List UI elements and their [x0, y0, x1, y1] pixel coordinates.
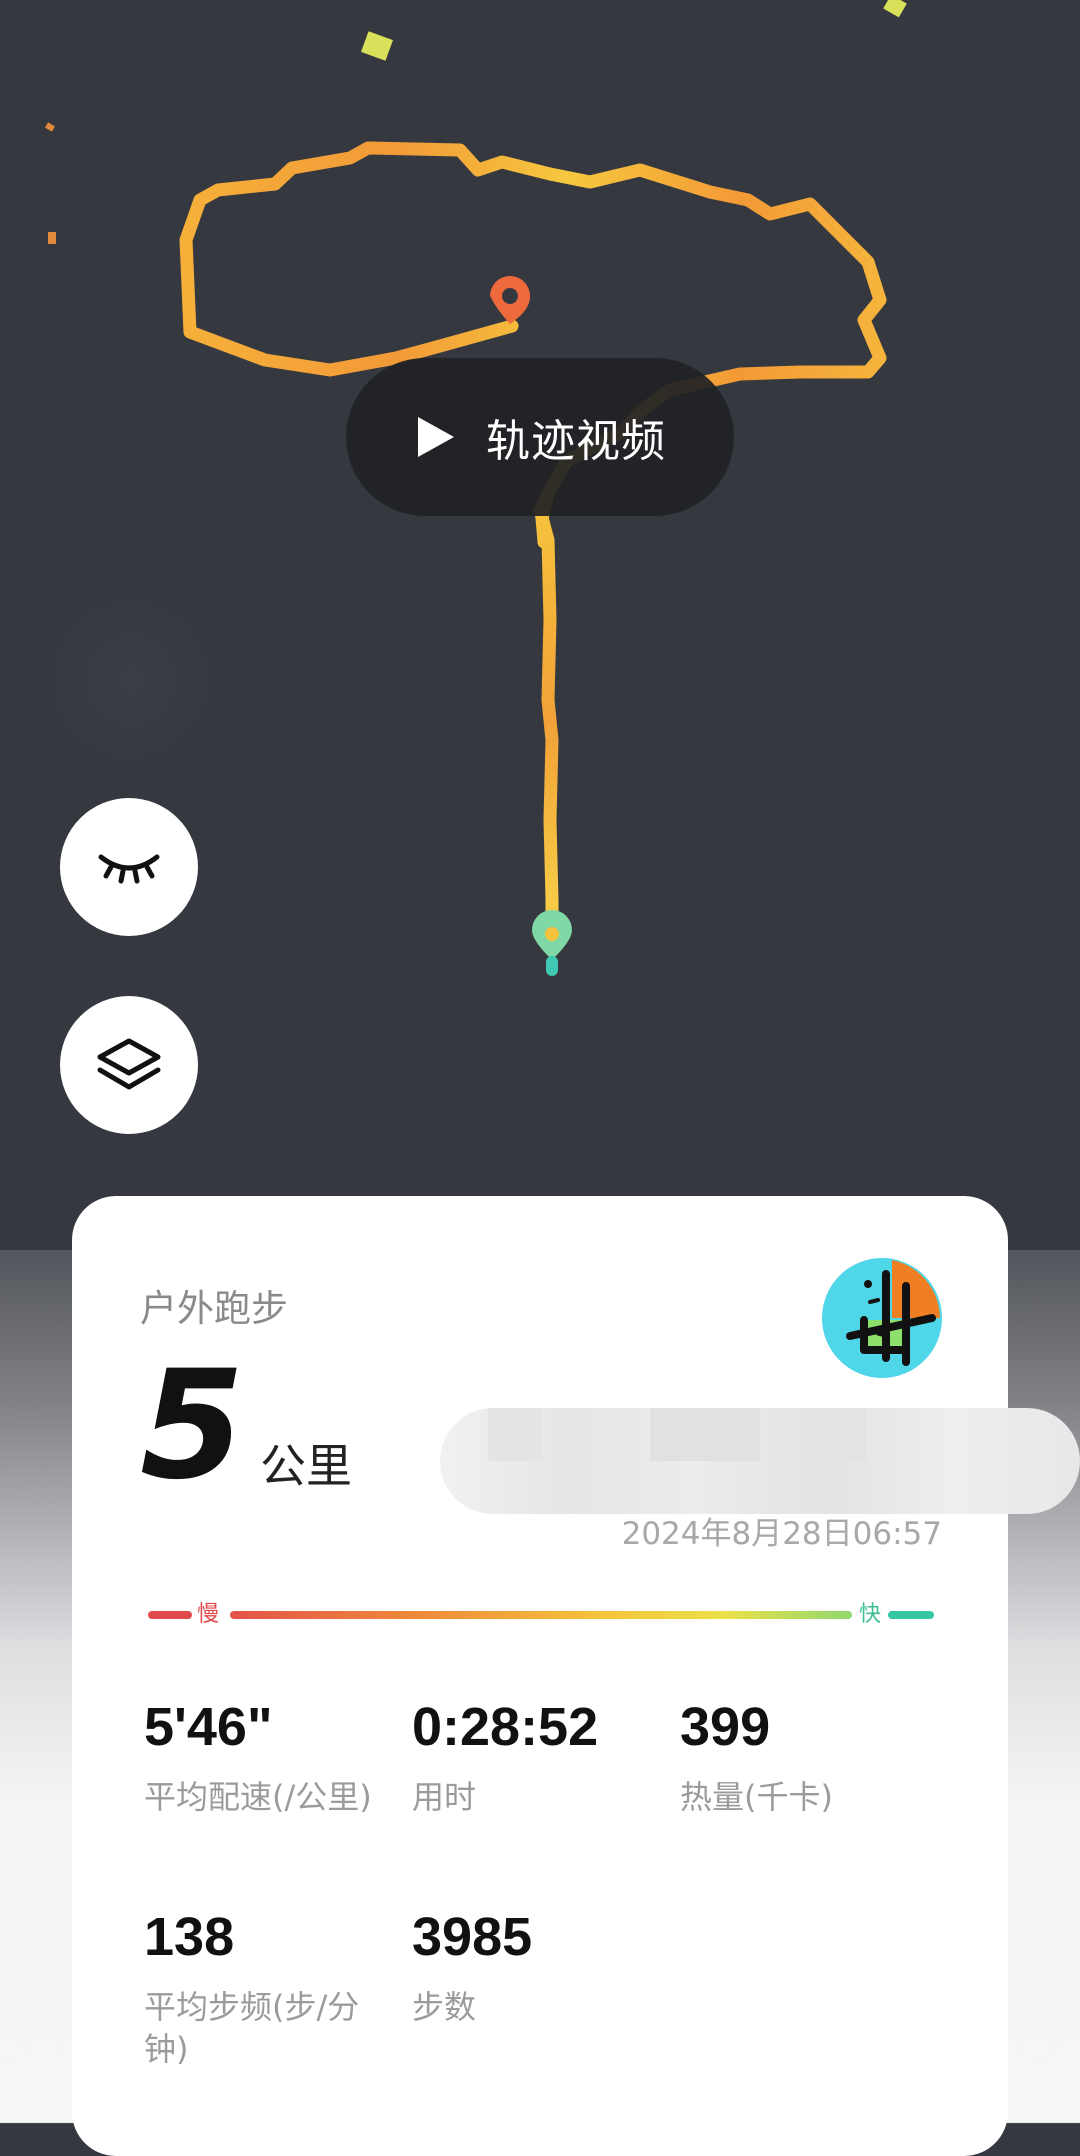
blurred-username	[440, 1408, 1080, 1514]
stat-label: 平均配速(/公里)	[144, 1778, 372, 1816]
closed-eye-icon	[98, 854, 160, 884]
stat-value: 3985	[412, 1907, 533, 1967]
stat-value: 138	[144, 1907, 235, 1967]
track-video-label: 轨迹视频	[486, 416, 666, 467]
pace-slow-label: 慢	[197, 1602, 220, 1627]
stat-label: 用时	[412, 1778, 477, 1816]
workout-summary-card: 户外跑步 5 公里 2024年8月28日06:57 慢 快 5'46" 平均配速…	[72, 1196, 1080, 2156]
stat-steps: 3985 步数	[412, 1910, 662, 2028]
pace-bar-slow-segment	[148, 1611, 192, 1619]
pace-legend-bar: 慢 快	[148, 1600, 934, 1630]
pace-fast-label: 快	[859, 1602, 882, 1627]
pace-bar-gradient	[230, 1611, 852, 1619]
pace-bar-fast-segment	[888, 1611, 934, 1619]
stat-average-cadence: 138 平均步频(步/分钟)	[144, 1910, 394, 2070]
stat-label: 热量(千卡)	[680, 1778, 833, 1816]
stat-calories: 399 热量(千卡)	[680, 1700, 930, 1818]
map-layers-button[interactable]	[60, 996, 198, 1134]
avatar[interactable]	[820, 1256, 944, 1380]
sport-type-label: 户外跑步	[140, 1287, 288, 1330]
stat-value: 0:28:52	[412, 1697, 599, 1757]
map-shadow-spot	[40, 590, 220, 770]
distance-value: 5	[140, 1339, 244, 1513]
stat-duration: 0:28:52 用时	[412, 1700, 662, 1818]
stat-value: 5'46"	[144, 1697, 273, 1757]
stat-label: 平均步频(步/分钟)	[144, 1988, 360, 2068]
hide-route-button[interactable]	[60, 798, 198, 936]
stat-label: 步数	[412, 1988, 477, 2026]
track-video-button[interactable]: 轨迹视频	[346, 358, 734, 516]
confetti-decoration	[48, 232, 56, 244]
distance-unit: 公里	[260, 1439, 352, 1493]
workout-date: 2024年8月28日06:57	[621, 1516, 942, 1552]
play-icon	[418, 417, 454, 457]
stat-value: 399	[680, 1697, 771, 1757]
layers-icon	[97, 1038, 161, 1090]
stat-average-pace: 5'46" 平均配速(/公里)	[144, 1700, 394, 1818]
